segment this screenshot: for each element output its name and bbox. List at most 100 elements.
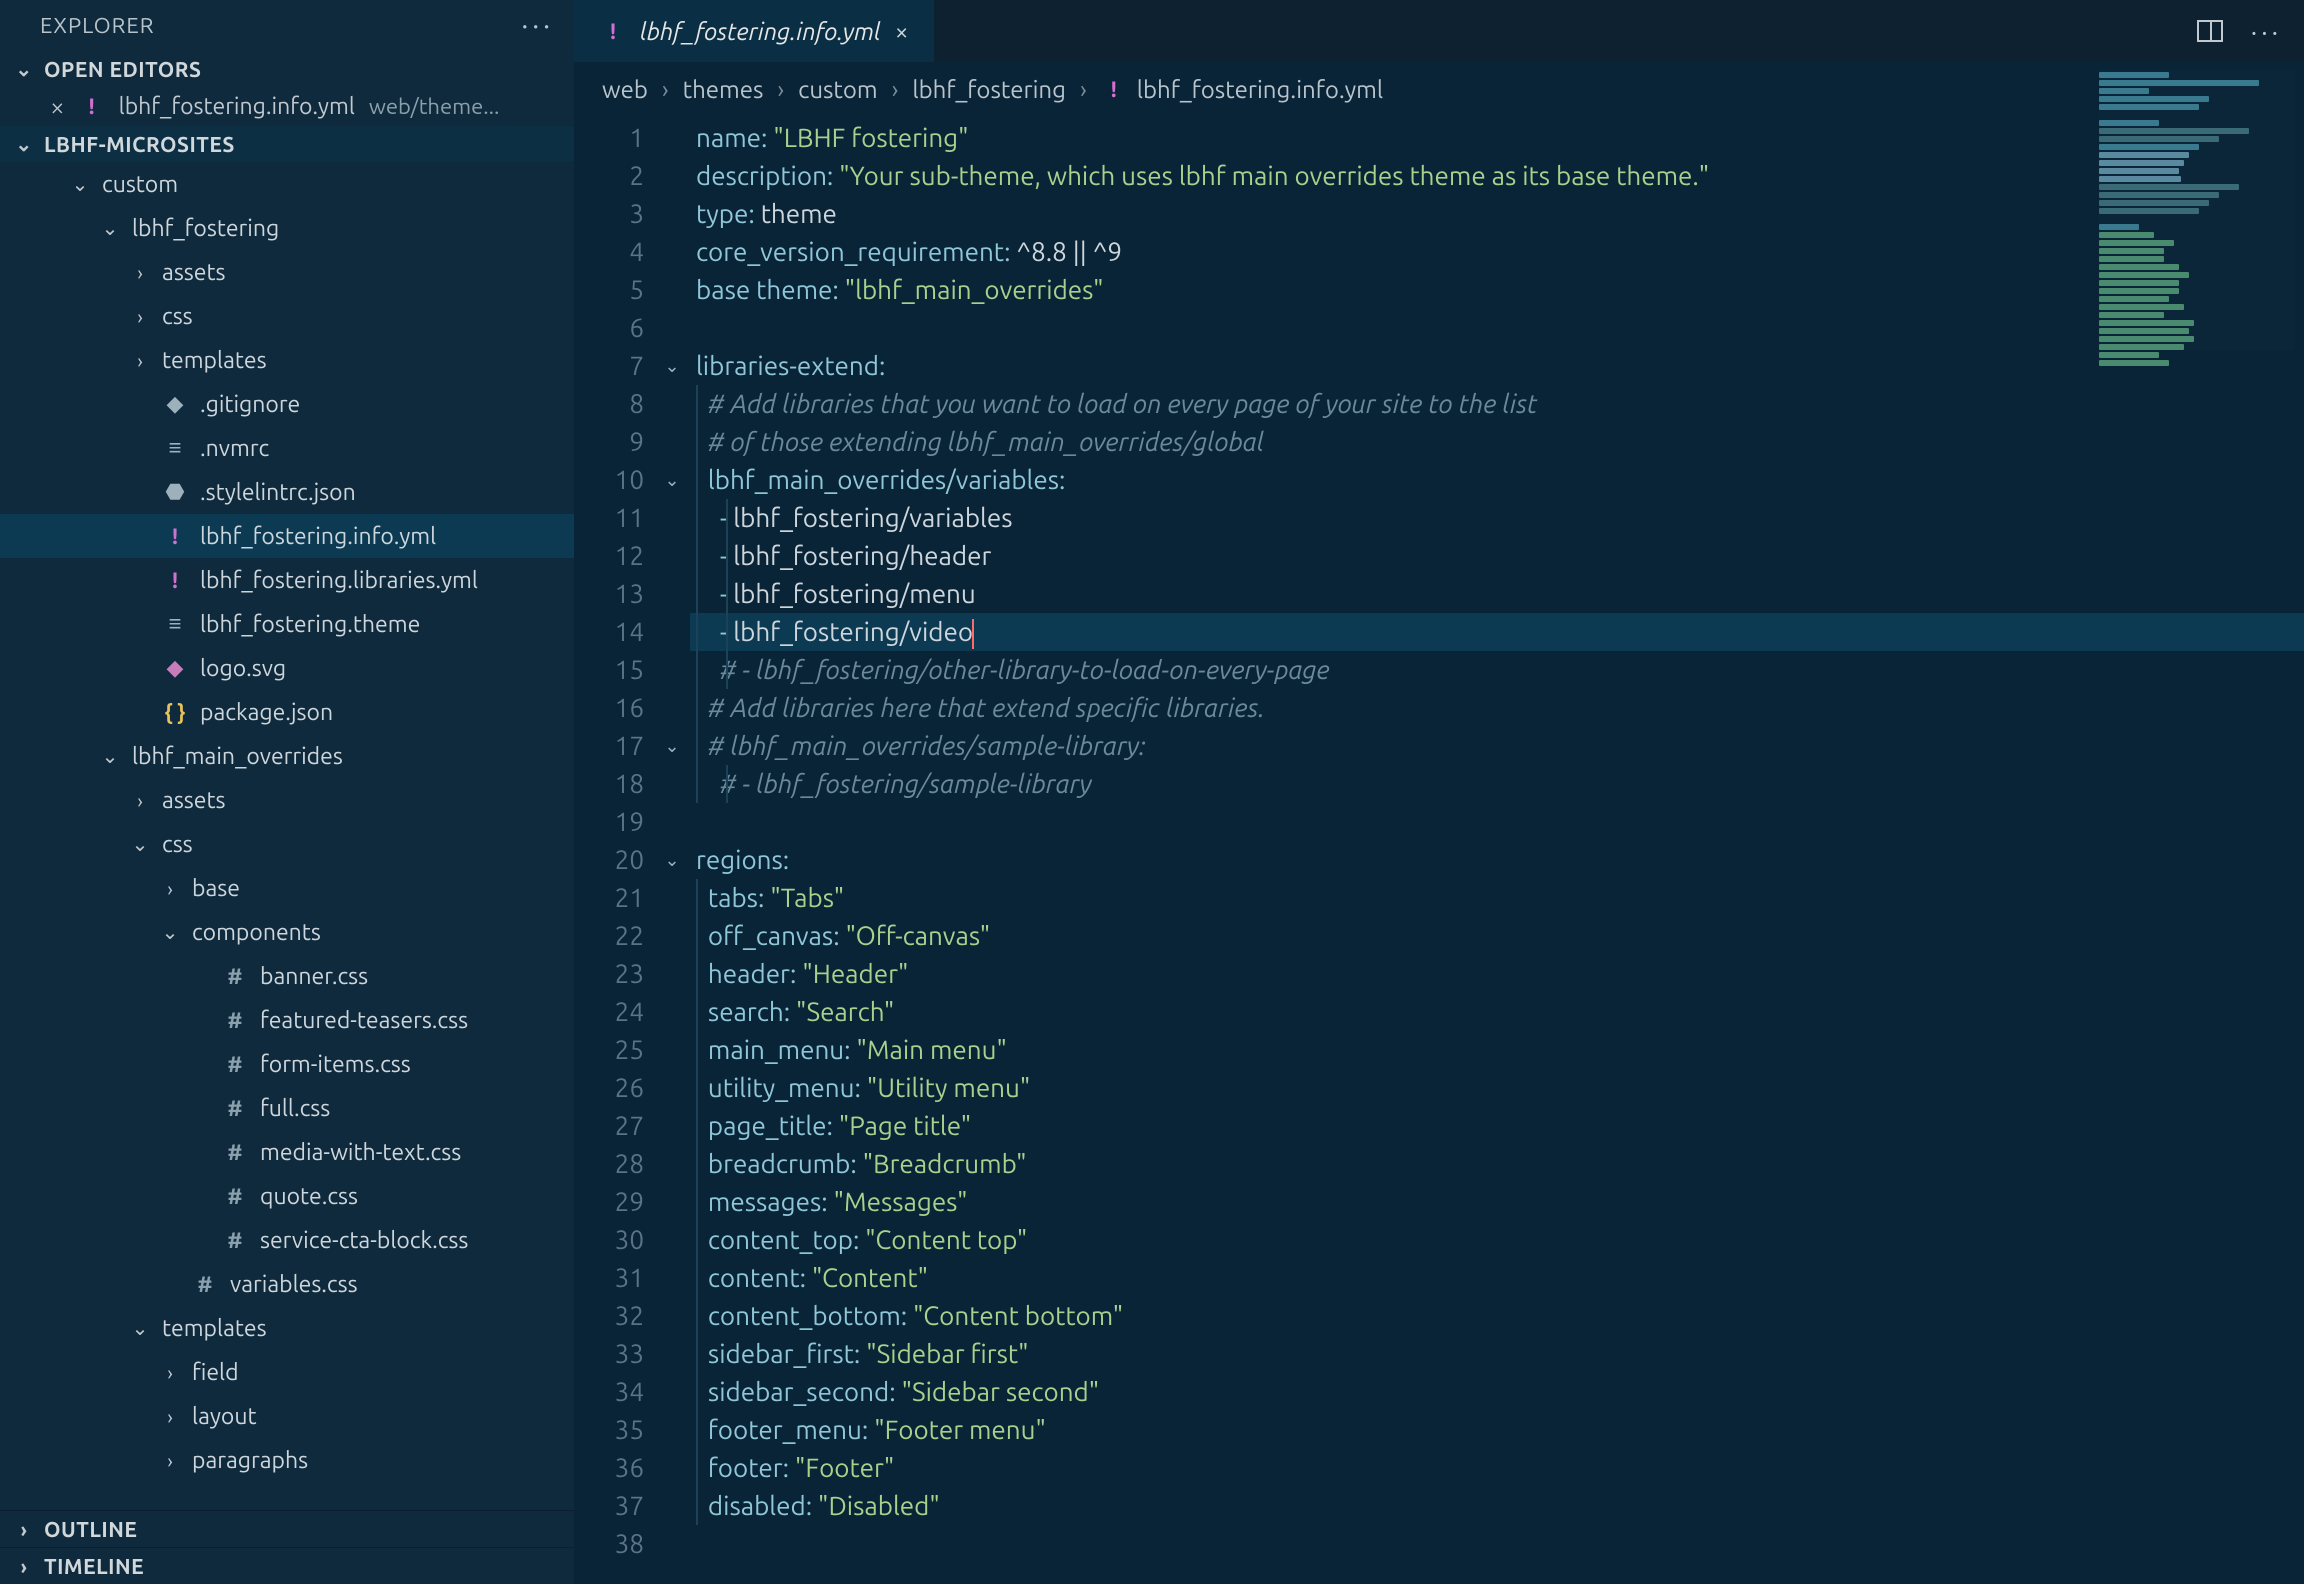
outline-section[interactable]: › OUTLINE: [0, 1510, 574, 1547]
tree-folder[interactable]: ›paragraphs: [0, 1438, 574, 1482]
fold-toggle: [654, 1373, 690, 1411]
fold-toggle[interactable]: ⌄: [654, 727, 690, 765]
tree-folder[interactable]: ›base: [0, 866, 574, 910]
tree-folder[interactable]: ⌄lbhf_fostering: [0, 206, 574, 250]
code-line[interactable]: utility_menu: "Utility menu": [690, 1069, 2304, 1107]
tree-file[interactable]: { }package.json: [0, 690, 574, 734]
code-line[interactable]: messages: "Messages": [690, 1183, 2304, 1221]
code-line[interactable]: off_canvas: "Off-canvas": [690, 917, 2304, 955]
code-line[interactable]: breadcrumb: "Breadcrumb": [690, 1145, 2304, 1183]
tree-folder[interactable]: ⌄components: [0, 910, 574, 954]
tree-file[interactable]: #form-items.css: [0, 1042, 574, 1086]
code-line[interactable]: [690, 1525, 2304, 1563]
tree-folder[interactable]: ›assets: [0, 778, 574, 822]
tree-file[interactable]: #variables.css: [0, 1262, 574, 1306]
code-line[interactable]: content_top: "Content top": [690, 1221, 2304, 1259]
code-line[interactable]: tabs: "Tabs": [690, 879, 2304, 917]
tree-file[interactable]: !lbhf_fostering.info.yml: [0, 514, 574, 558]
breadcrumb-item[interactable]: custom: [798, 76, 877, 103]
tree-folder[interactable]: ›css: [0, 294, 574, 338]
workspace-section[interactable]: ⌄ LBHF-MICROSITES: [0, 126, 574, 162]
timeline-section[interactable]: › TIMELINE: [0, 1547, 574, 1584]
code-line[interactable]: # Add libraries here that extend specifi…: [690, 689, 2304, 727]
code-line[interactable]: disabled: "Disabled": [690, 1487, 2304, 1525]
fold-toggle[interactable]: ⌄: [654, 347, 690, 385]
code-line[interactable]: libraries-extend:: [690, 347, 2304, 385]
code-line[interactable]: # - lbhf_fostering/sample-library: [690, 765, 2304, 803]
code-line[interactable]: description: "Your sub-theme, which uses…: [690, 157, 2304, 195]
tree-file[interactable]: #featured-teasers.css: [0, 998, 574, 1042]
code-line[interactable]: type: theme: [690, 195, 2304, 233]
code-line[interactable]: footer_menu: "Footer menu": [690, 1411, 2304, 1449]
code-line[interactable]: sidebar_first: "Sidebar first": [690, 1335, 2304, 1373]
code-line[interactable]: lbhf_main_overrides/variables:: [690, 461, 2304, 499]
code-line[interactable]: - lbhf_fostering/variables: [690, 499, 2304, 537]
breadcrumb-item[interactable]: themes: [683, 76, 764, 103]
code-line[interactable]: page_title: "Page title": [690, 1107, 2304, 1145]
code-content[interactable]: name: "LBHF fostering"description: "Your…: [690, 117, 2304, 1584]
line-number: 11: [574, 499, 654, 537]
code-line[interactable]: [690, 309, 2304, 347]
file-tree[interactable]: ⌄custom⌄lbhf_fostering›assets›css›templa…: [0, 162, 574, 1510]
tree-file[interactable]: !lbhf_fostering.libraries.yml: [0, 558, 574, 602]
code-line[interactable]: sidebar_second: "Sidebar second": [690, 1373, 2304, 1411]
code-line[interactable]: base theme: "lbhf_main_overrides": [690, 271, 2304, 309]
tree-file[interactable]: #service-cta-block.css: [0, 1218, 574, 1262]
code-line[interactable]: [690, 803, 2304, 841]
code-line[interactable]: footer: "Footer": [690, 1449, 2304, 1487]
fold-column[interactable]: ⌄ ⌄ ⌄ ⌄: [654, 117, 690, 1584]
code-line[interactable]: content: "Content": [690, 1259, 2304, 1297]
tree-folder[interactable]: ⌄css: [0, 822, 574, 866]
minimap-line: [2099, 152, 2189, 158]
tree-file[interactable]: ◆logo.svg: [0, 646, 574, 690]
breadcrumb[interactable]: web›themes›custom›lbhf_fostering›!lbhf_f…: [574, 62, 2304, 117]
tree-file[interactable]: ◆.gitignore: [0, 382, 574, 426]
fold-toggle[interactable]: ⌄: [654, 841, 690, 879]
tree-file[interactable]: ≡.nvmrc: [0, 426, 574, 470]
open-editor-item[interactable]: × ! lbhf_fostering.info.yml web/theme...: [0, 87, 574, 126]
tree-item-label: assets: [162, 260, 226, 285]
tree-folder[interactable]: ›assets: [0, 250, 574, 294]
tree-folder[interactable]: ⌄lbhf_main_overrides: [0, 734, 574, 778]
code-line[interactable]: content_bottom: "Content bottom": [690, 1297, 2304, 1335]
close-tab-icon[interactable]: ×: [895, 18, 909, 45]
tree-folder[interactable]: ›templates: [0, 338, 574, 382]
code-line[interactable]: name: "LBHF fostering": [690, 119, 2304, 157]
tree-item-label: banner.css: [260, 964, 368, 989]
code-line[interactable]: # - lbhf_fostering/other-library-to-load…: [690, 651, 2304, 689]
close-editor-icon[interactable]: ×: [50, 92, 65, 121]
breadcrumb-item[interactable]: web: [602, 76, 648, 103]
tree-folder[interactable]: ›layout: [0, 1394, 574, 1438]
code-line[interactable]: - lbhf_fostering/menu: [690, 575, 2304, 613]
split-editor-icon[interactable]: [2197, 20, 2223, 42]
tree-file[interactable]: ⬣.stylelintrc.json: [0, 470, 574, 514]
code-line[interactable]: - lbhf_fostering/video: [690, 613, 2304, 651]
open-editors-section[interactable]: ⌄ OPEN EDITORS: [0, 51, 574, 87]
tree-file[interactable]: #quote.css: [0, 1174, 574, 1218]
code-line[interactable]: search: "Search": [690, 993, 2304, 1031]
code-line[interactable]: # Add libraries that you want to load on…: [690, 385, 2304, 423]
code-line[interactable]: # lbhf_main_overrides/sample-library:: [690, 727, 2304, 765]
breadcrumb-item[interactable]: lbhf_fostering.info.yml: [1137, 76, 1383, 103]
breadcrumb-item[interactable]: lbhf_fostering: [912, 76, 1066, 103]
code-line[interactable]: core_version_requirement: ^8.8 || ^9: [690, 233, 2304, 271]
tree-file[interactable]: #banner.css: [0, 954, 574, 998]
explorer-more-icon[interactable]: ···: [521, 10, 554, 41]
editor-more-icon[interactable]: ···: [2251, 17, 2282, 46]
tree-file[interactable]: ≡lbhf_fostering.theme: [0, 602, 574, 646]
code-editor[interactable]: 1234567891011121314151617181920212223242…: [574, 117, 2304, 1584]
code-line[interactable]: header: "Header": [690, 955, 2304, 993]
chevron-down-icon: ⌄: [14, 57, 34, 81]
tree-folder[interactable]: ⌄custom: [0, 162, 574, 206]
tree-file[interactable]: #media-with-text.css: [0, 1130, 574, 1174]
tree-folder[interactable]: ›field: [0, 1350, 574, 1394]
code-line[interactable]: # of those extending lbhf_main_overrides…: [690, 423, 2304, 461]
tab-active[interactable]: ! lbhf_fostering.info.yml ×: [574, 0, 934, 62]
fold-toggle[interactable]: ⌄: [654, 461, 690, 499]
code-line[interactable]: - lbhf_fostering/header: [690, 537, 2304, 575]
code-line[interactable]: main_menu: "Main menu": [690, 1031, 2304, 1069]
tree-folder[interactable]: ⌄templates: [0, 1306, 574, 1350]
tree-file[interactable]: #full.css: [0, 1086, 574, 1130]
code-line[interactable]: regions:: [690, 841, 2304, 879]
minimap[interactable]: [2099, 70, 2294, 350]
